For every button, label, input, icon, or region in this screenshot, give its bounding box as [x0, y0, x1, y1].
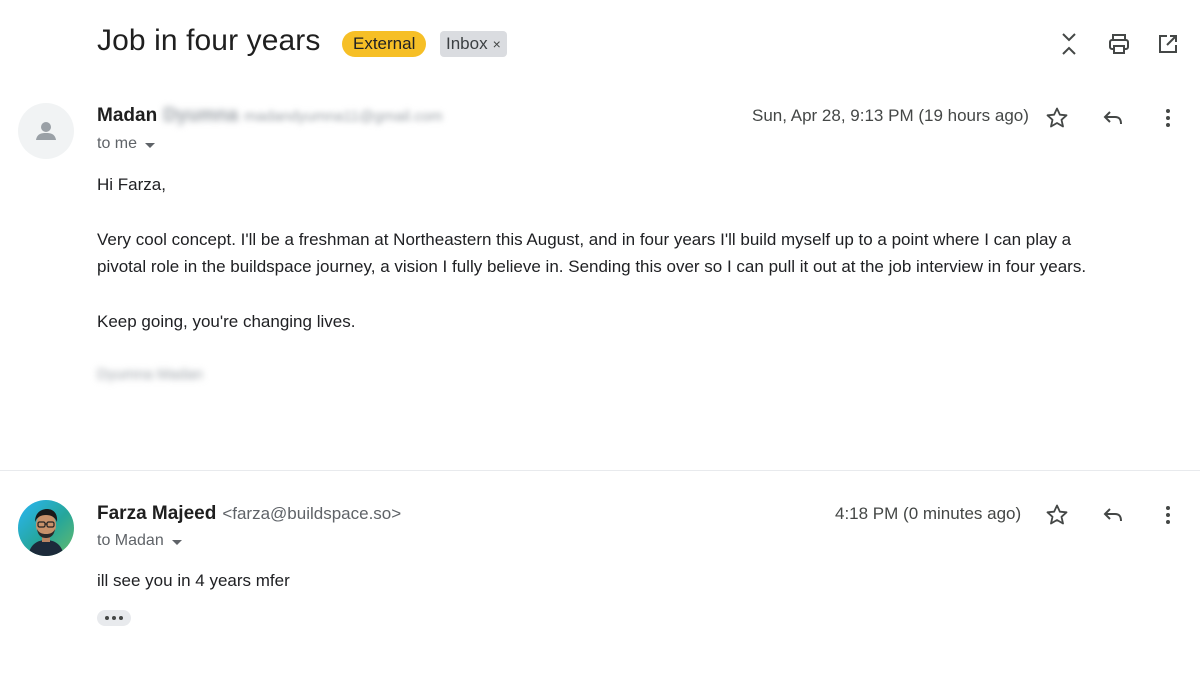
email-subject: Job in four years	[97, 24, 321, 57]
label-external[interactable]: External	[342, 31, 427, 57]
message-divider	[0, 470, 1200, 471]
recipients-text: to Madan	[97, 532, 164, 549]
reply-button[interactable]	[1097, 102, 1129, 134]
remove-label-icon[interactable]: ×	[493, 31, 501, 57]
message-body-closing: Keep going, you're changing lives.	[97, 312, 356, 331]
chevron-down-icon	[145, 142, 156, 148]
star-button[interactable]	[1041, 102, 1073, 134]
message-body-greeting: Hi Farza,	[97, 175, 166, 194]
more-vert-icon	[1166, 506, 1170, 524]
sender-name-blurred: Dyumna	[163, 105, 239, 126]
recipients-dropdown[interactable]: to me	[97, 135, 156, 153]
label-inbox[interactable]: Inbox ×	[440, 31, 507, 57]
sender-email: <farza@buildspace.so>	[222, 504, 402, 523]
chevron-down-icon	[171, 539, 182, 545]
recipients-dropdown[interactable]: to Madan	[97, 532, 182, 550]
ellipsis-dot	[105, 616, 109, 620]
ellipsis-dot	[119, 616, 123, 620]
more-options-button[interactable]	[1152, 102, 1184, 134]
more-vert-icon	[1166, 109, 1170, 127]
more-options-button[interactable]	[1152, 499, 1184, 531]
label-inbox-text: Inbox	[446, 34, 488, 53]
message-body-line: pivotal role in the buildspace journey, …	[97, 257, 1087, 276]
reply-icon	[1103, 508, 1122, 522]
sender-name: Farza Majeed	[97, 503, 217, 524]
star-button[interactable]	[1041, 499, 1073, 531]
message-2-sender-line: Farza Majeed <farza@buildspace.so>	[97, 503, 401, 525]
message-date: 4:18 PM (0 minutes ago)	[835, 504, 1022, 523]
sender-email-blurred: madandyumna11@gmail.com	[244, 108, 443, 125]
message-body-line: Very cool concept. I'll be a freshman at…	[97, 230, 1072, 249]
person-icon	[36, 122, 56, 140]
open-in-new-window-button[interactable]	[1152, 28, 1184, 60]
signature-blurred: Dyumna Madan	[97, 366, 203, 383]
open-new-window-icon	[1159, 35, 1177, 53]
print-button[interactable]	[1103, 28, 1135, 60]
star-icon	[1046, 107, 1068, 128]
collapse-all-icon	[1062, 33, 1076, 55]
show-trimmed-content-button[interactable]	[97, 610, 131, 626]
reply-button[interactable]	[1097, 499, 1129, 531]
star-icon	[1046, 504, 1068, 525]
sender-name: Madan	[97, 105, 158, 126]
ellipsis-dot	[112, 616, 116, 620]
reply-icon	[1103, 111, 1122, 125]
message-date: Sun, Apr 28, 9:13 PM (19 hours ago)	[752, 106, 1029, 125]
avatar-farza[interactable]	[18, 500, 74, 556]
recipients-text: to me	[97, 135, 138, 152]
print-icon	[1109, 34, 1129, 54]
collapse-all-button[interactable]	[1053, 28, 1085, 60]
message-body: ill see you in 4 years mfer	[97, 571, 290, 590]
avatar-photo-icon	[28, 509, 64, 556]
avatar-default[interactable]	[18, 103, 74, 159]
message-1-sender-line: Madan Dyumna madandyumna11@gmail.com	[97, 105, 443, 127]
